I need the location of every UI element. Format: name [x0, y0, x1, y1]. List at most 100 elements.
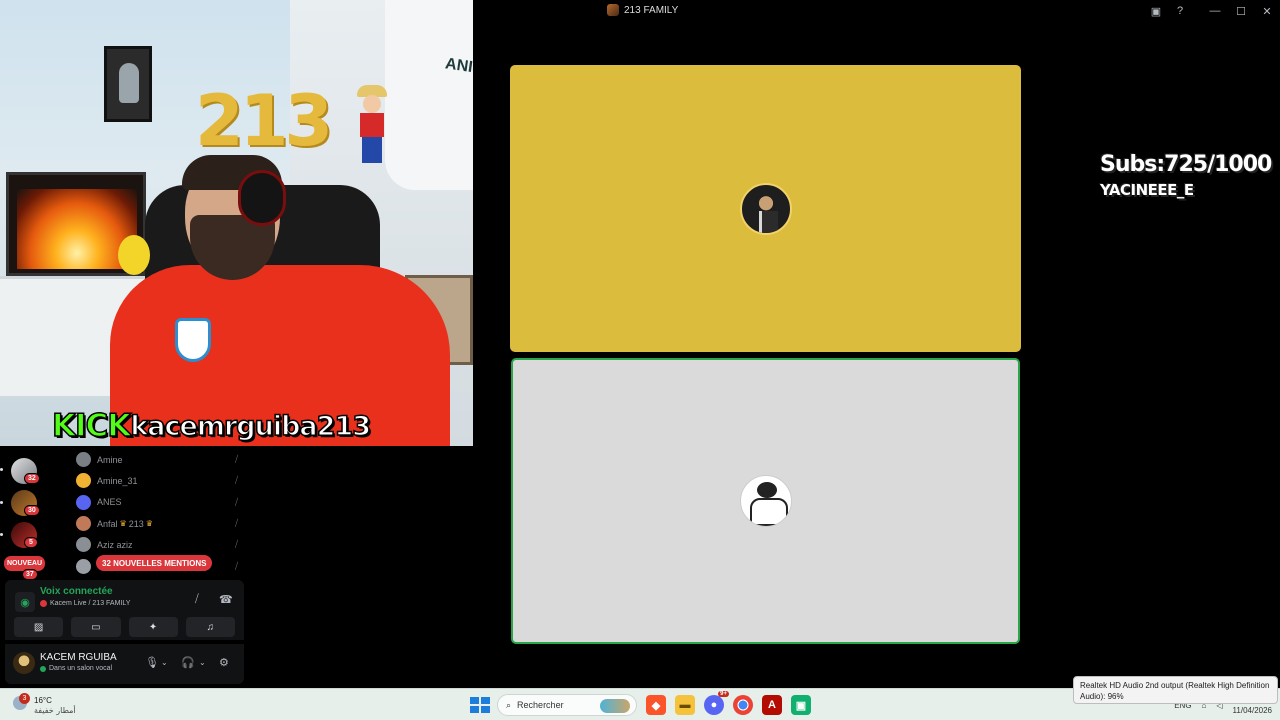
- server-icon: [607, 4, 619, 16]
- discord-icon[interactable]: ● 9+: [704, 691, 729, 715]
- crown-icon: ♛: [119, 519, 127, 529]
- weather-badge: 3: [19, 693, 30, 704]
- voice-channel-text: Kacem Live / 213 FAMILY: [50, 600, 131, 607]
- user-panel: KACEM RGUIBA Dans un salon vocal 🎙 ⌄ 🎧 ⌄…: [5, 644, 244, 684]
- headphones-icon[interactable]: 🎧: [181, 656, 195, 669]
- window-title: 213 FAMILY: [607, 4, 678, 16]
- subs-counter: Subs:725/1000: [1100, 152, 1272, 177]
- participant-tile[interactable]: [510, 65, 1021, 352]
- member-row[interactable]: ANES ⧸: [76, 492, 244, 513]
- crown-icon: ♛: [145, 519, 153, 529]
- kick-logo: KICK: [51, 407, 132, 445]
- webcam-headset: [238, 170, 286, 226]
- unread-pip: [0, 533, 3, 536]
- muted-icon: ⧸: [234, 475, 238, 486]
- camera-off-button[interactable]: ▨: [14, 617, 64, 637]
- tooltip-line1: Realtek HD Audio 2nd output (Realtek Hig…: [1080, 681, 1270, 690]
- temperature: 16°C: [34, 696, 52, 705]
- file-explorer-icon[interactable]: ▬: [675, 695, 695, 715]
- avatar: [76, 494, 91, 510]
- app-icon[interactable]: ▣: [791, 695, 811, 715]
- signal-icon[interactable]: ◉: [15, 592, 35, 612]
- member-row[interactable]: Anfal ♛ 213 ♛ ⧸: [76, 513, 244, 534]
- microphone-icon[interactable]: 🎙: [145, 656, 159, 669]
- server-list: 32 30 5 NOUVEAU 37: [0, 446, 48, 586]
- avatar: [76, 516, 91, 532]
- server-badge: 5: [24, 537, 38, 548]
- volume-tooltip: Realtek HD Audio 2nd output (Realtek Hig…: [1073, 676, 1278, 704]
- subs-overlay: Subs:725/1000 YACINEEE_E: [1100, 152, 1272, 199]
- weather-condition: أمطار خفيفة: [34, 706, 76, 715]
- search-placeholder: Rechercher: [517, 700, 564, 710]
- member-name: ANES: [97, 497, 122, 508]
- webcam-shirt-badge: [175, 318, 211, 362]
- chevron-down-icon[interactable]: ⌄: [161, 658, 168, 667]
- maximize-icon[interactable]: ☐: [1228, 0, 1254, 22]
- member-name: Anfal: [97, 518, 118, 529]
- server-badge: 32: [24, 473, 40, 484]
- discord-badge: 9+: [718, 691, 729, 697]
- disconnect-icon[interactable]: ☎: [219, 593, 233, 606]
- webcam-jersey: ANIS: [385, 0, 473, 190]
- webcam-overlay: ANIS 213 KICK kacemrguiba213: [0, 0, 473, 446]
- member-name: Amine_31: [97, 475, 138, 486]
- jersey-text: ANIS: [444, 55, 473, 78]
- noise-suppression-icon[interactable]: ⧸: [195, 593, 199, 606]
- start-button[interactable]: [468, 695, 490, 715]
- date: 11/04/2026: [1232, 705, 1272, 715]
- suit-man-avatar: [739, 182, 792, 235]
- activities-button[interactable]: ✦: [128, 617, 178, 637]
- avatar: [76, 452, 91, 468]
- webcam-plush: [118, 235, 150, 275]
- sketch-avatar: [739, 475, 792, 527]
- status-dot: [40, 665, 46, 672]
- screen-share-button[interactable]: ▭: [71, 617, 121, 637]
- acrobat-icon[interactable]: A: [762, 695, 782, 715]
- screen-share-icon[interactable]: ▣: [1144, 0, 1168, 22]
- user-status: Dans un salon vocal: [40, 665, 112, 672]
- clock[interactable]: 11/04/2026: [1233, 705, 1272, 716]
- new-mentions-pill[interactable]: 32 NOUVELLES MENTIONS: [96, 555, 213, 571]
- avatar: [76, 473, 91, 489]
- avatar: [76, 558, 91, 574]
- close-icon[interactable]: ✕: [1254, 0, 1280, 22]
- avatar: [76, 537, 91, 553]
- taskbar-apps: ⌕ Rechercher ◆ ▬ ● 9+ A ▣: [468, 691, 811, 716]
- voice-status: Voix connectée: [40, 586, 113, 597]
- webcam-balloons: 213: [195, 80, 333, 162]
- chrome-icon[interactable]: [733, 695, 753, 715]
- minimize-icon[interactable]: —: [1202, 0, 1228, 22]
- chevron-down-icon[interactable]: ⌄: [199, 658, 206, 667]
- member-name: Aziz aziz: [97, 539, 133, 550]
- soundboard-button[interactable]: ♫: [185, 617, 235, 637]
- muted-icon: ⧸: [234, 539, 238, 550]
- webcam-figurine: [357, 85, 387, 175]
- brave-icon[interactable]: ◆: [646, 695, 666, 715]
- user-name: KACEM RGUIBA: [40, 652, 117, 663]
- member-row[interactable]: Amine ⧸: [76, 449, 244, 470]
- server-badge: 30: [24, 505, 40, 516]
- muted-icon: ⧸: [234, 454, 238, 465]
- tooltip-line2: Audio): 96%: [1080, 692, 1124, 701]
- voice-channel[interactable]: Kacem Live / 213 FAMILY: [40, 600, 130, 607]
- new-count-badge: 37: [22, 569, 38, 580]
- member-row[interactable]: Amine_31 ⧸: [76, 470, 244, 491]
- participant-tile-speaking[interactable]: [511, 358, 1020, 644]
- avatar[interactable]: [13, 652, 35, 674]
- muted-icon: ⧸: [234, 560, 238, 571]
- search-input[interactable]: ⌕ Rechercher: [497, 694, 637, 716]
- search-icon: ⌕: [506, 699, 512, 710]
- discord-sidebar: 32 30 5 NOUVEAU 37 Amine ⧸ Amine_31 ⧸ AN…: [0, 446, 250, 688]
- voice-actions: ▨ ▭ ✦ ♫: [5, 614, 244, 640]
- member-name: Amine: [97, 454, 123, 465]
- search-highlight-icon: [600, 699, 630, 713]
- unread-pip: [0, 501, 3, 504]
- live-dot: [40, 600, 47, 607]
- weather-widget[interactable]: 3 16°C أمطار خفيفة: [10, 693, 90, 717]
- member-row[interactable]: Aziz aziz ⧸: [76, 534, 244, 555]
- user-status-text: Dans un salon vocal: [49, 665, 113, 672]
- help-icon[interactable]: ?: [1168, 0, 1192, 22]
- webcam-poster: [104, 46, 152, 122]
- unread-pip: [0, 468, 3, 471]
- gear-icon[interactable]: ⚙: [219, 656, 229, 669]
